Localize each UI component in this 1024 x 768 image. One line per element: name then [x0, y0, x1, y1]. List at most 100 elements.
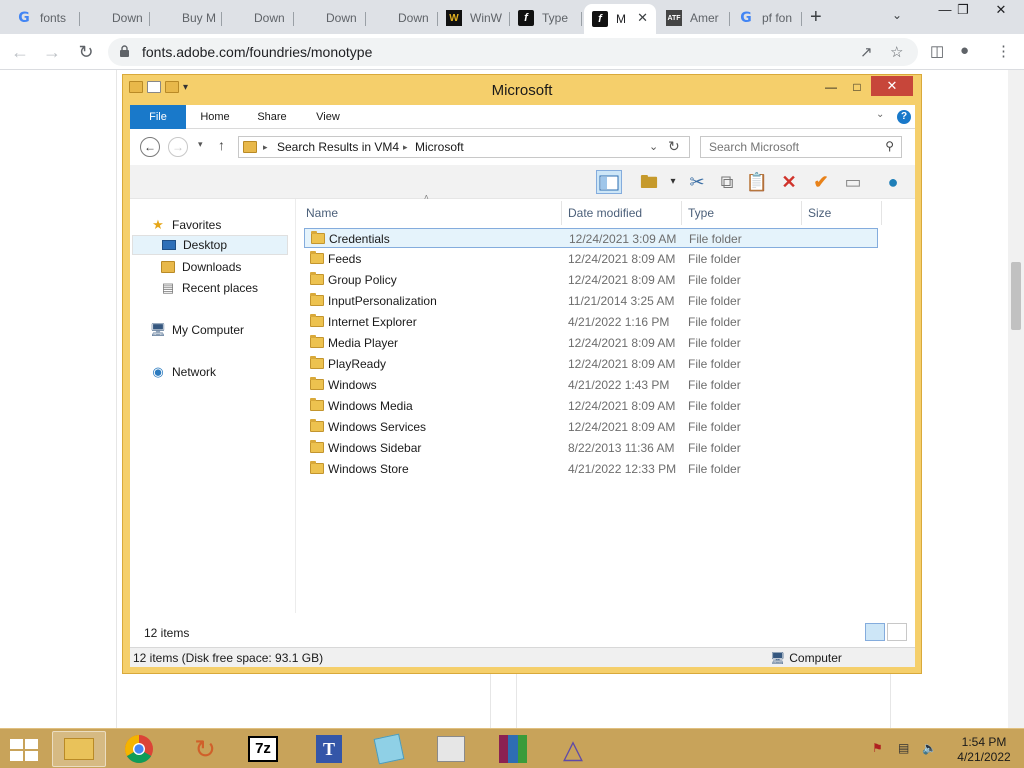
taskbar-notes-app[interactable]: [362, 731, 416, 767]
more-menu-icon[interactable]: ⋮: [996, 42, 1011, 60]
explorer-search-box[interactable]: ⚲: [700, 136, 902, 158]
restore-browser-icon[interactable]: ❐: [948, 2, 978, 22]
tab-fonts[interactable]: G fonts: [8, 4, 80, 32]
tab-view[interactable]: View: [306, 105, 350, 129]
maximize-window-icon[interactable]: □: [845, 77, 869, 97]
address-dropdown-icon[interactable]: ⌄: [649, 140, 658, 153]
up-arrow-icon[interactable]: ↑: [218, 137, 225, 153]
tab-share[interactable]: Share: [248, 105, 296, 129]
profile-avatar-icon[interactable]: ●: [960, 42, 969, 59]
page-scrollbar-thumb[interactable]: [1011, 262, 1021, 330]
flag-warning-icon[interactable]: ⚑: [872, 741, 883, 755]
breadcrumb-search-results[interactable]: Search Results in VM4: [277, 140, 399, 154]
tab-pf-fonts[interactable]: G pf fon: [730, 4, 802, 32]
tab-download-2[interactable]: Down: [222, 4, 294, 32]
tab-search-chevron-icon[interactable]: ⌄: [892, 8, 902, 22]
table-row[interactable]: Credentials 12/24/2021 3:09 AM File fold…: [304, 228, 878, 248]
tab-type[interactable]: f Type: [510, 4, 582, 32]
nav-favorites[interactable]: ★ Favorites: [150, 215, 221, 235]
close-window-icon[interactable]: ✕: [871, 76, 913, 96]
tab-buy[interactable]: Buy M: [150, 4, 222, 32]
search-icon[interactable]: ⚲: [885, 139, 894, 153]
bookmark-star-icon[interactable]: ☆: [890, 43, 903, 61]
nav-desktop[interactable]: Desktop: [132, 235, 288, 255]
forward-icon[interactable]: →: [168, 137, 188, 157]
network-tray-icon[interactable]: ▤: [898, 741, 909, 755]
tab-download-4[interactable]: Down: [366, 4, 438, 32]
taskbar-media-app[interactable]: [424, 731, 478, 767]
paste-icon[interactable]: 📋: [744, 170, 770, 194]
close-browser-icon[interactable]: ✕: [986, 2, 1016, 22]
folder-options-icon[interactable]: 🖿: [636, 170, 662, 194]
details-view-icon[interactable]: [865, 623, 885, 641]
cut-icon[interactable]: ✂: [684, 170, 710, 194]
minimize-window-icon[interactable]: —: [819, 77, 843, 97]
address-bar[interactable]: fonts.adobe.com/foundries/monotype ↗ ☆: [108, 38, 918, 66]
nav-network[interactable]: ◉ Network: [150, 362, 216, 382]
nav-recent-places[interactable]: ▤ Recent places: [160, 278, 258, 298]
preview-pane-icon[interactable]: [596, 170, 622, 194]
nav-downloads[interactable]: Downloads: [160, 257, 241, 277]
reload-icon[interactable]: ↻: [74, 40, 98, 64]
volume-muted-icon[interactable]: 🔈: [922, 741, 937, 755]
delete-icon[interactable]: ✕: [776, 170, 802, 194]
expand-ribbon-icon[interactable]: ⌄: [876, 109, 884, 120]
column-type[interactable]: Type: [682, 201, 802, 225]
nav-my-computer[interactable]: 🖥 My Computer: [150, 320, 244, 340]
search-input[interactable]: [701, 137, 871, 157]
tab-home[interactable]: Home: [192, 105, 238, 129]
table-row[interactable]: Windows 4/21/2022 1:43 PM File folder: [304, 375, 878, 395]
new-tab-icon[interactable]: +: [810, 6, 822, 29]
taskbar-7zip[interactable]: 7z: [236, 731, 290, 767]
tab-title: Amer: [690, 11, 719, 25]
windows-start-icon[interactable]: [10, 739, 38, 761]
tab-winworld[interactable]: W WinW: [438, 4, 510, 32]
page-scrollbar[interactable]: [1008, 70, 1024, 728]
back-icon[interactable]: ←: [140, 137, 160, 157]
tab-american[interactable]: ATF Amer: [658, 4, 730, 32]
tab-file[interactable]: File: [130, 105, 186, 129]
taskbar-sync-app[interactable]: ↻: [178, 731, 232, 767]
table-row[interactable]: Media Player 12/24/2021 8:09 AM File fol…: [304, 333, 878, 353]
column-date-modified[interactable]: Date modified: [562, 201, 682, 225]
tab-download-3[interactable]: Down: [294, 4, 366, 32]
tab-download-1[interactable]: Down: [80, 4, 150, 32]
share-icon[interactable]: ↗: [860, 43, 873, 61]
column-size[interactable]: Size: [802, 201, 882, 225]
folder-options-dropdown-icon[interactable]: ▾: [660, 170, 686, 194]
table-row[interactable]: PlayReady 12/24/2021 8:09 AM File folder: [304, 354, 878, 374]
recent-locations-icon[interactable]: ▾: [198, 139, 203, 150]
rename-icon[interactable]: ▭: [840, 170, 866, 194]
explorer-title-bar[interactable]: ▾ Microsoft — □ ✕: [123, 75, 921, 105]
column-name[interactable]: Name: [300, 201, 562, 225]
table-row[interactable]: Feeds 12/24/2021 8:09 AM File folder: [304, 249, 878, 269]
taskbar-clock[interactable]: 1:54 PM 4/21/2022: [948, 735, 1020, 765]
apply-check-icon[interactable]: ✔: [808, 170, 834, 194]
table-row[interactable]: Internet Explorer 4/21/2022 1:16 PM File…: [304, 312, 878, 332]
breadcrumb-microsoft[interactable]: Microsoft: [415, 140, 464, 154]
close-tab-icon[interactable]: ✕: [637, 10, 648, 26]
taskbar-chrome[interactable]: [112, 731, 166, 767]
forward-arrow-icon[interactable]: →: [40, 40, 64, 64]
table-row[interactable]: Windows Media 12/24/2021 8:09 AM File fo…: [304, 396, 878, 416]
table-row[interactable]: Group Policy 12/24/2021 8:09 AM File fol…: [304, 270, 878, 290]
table-row[interactable]: InputPersonalization 11/21/2014 3:25 AM …: [304, 291, 878, 311]
tab-monotype-active[interactable]: f M ✕: [584, 4, 656, 34]
help-icon[interactable]: ?: [897, 110, 911, 124]
explorer-address-bar[interactable]: ▸ Search Results in VM4 ▸ Microsoft ⌄: [238, 136, 690, 158]
refresh-icon[interactable]: ↻: [668, 138, 680, 155]
microsoft-icon: [302, 10, 318, 26]
taskbar-explorer[interactable]: [52, 731, 106, 767]
side-panel-icon[interactable]: ◫: [930, 42, 944, 60]
copy-icon[interactable]: ⧉: [714, 170, 740, 194]
taskbar-typing-app[interactable]: T: [302, 731, 356, 767]
back-arrow-icon[interactable]: ←: [8, 40, 32, 64]
taskbar-font-app[interactable]: △: [546, 731, 600, 767]
table-row[interactable]: Windows Store 4/21/2022 12:33 PM File fo…: [304, 459, 878, 479]
table-row[interactable]: Windows Services 12/24/2021 8:09 AM File…: [304, 417, 878, 437]
url-text[interactable]: fonts.adobe.com/foundries/monotype: [142, 44, 372, 60]
large-icons-view-icon[interactable]: [887, 623, 907, 641]
properties-globe-icon[interactable]: ●: [880, 170, 906, 194]
table-row[interactable]: Windows Sidebar 8/22/2013 11:36 AM File …: [304, 438, 878, 458]
taskbar-winrar[interactable]: [486, 731, 540, 767]
